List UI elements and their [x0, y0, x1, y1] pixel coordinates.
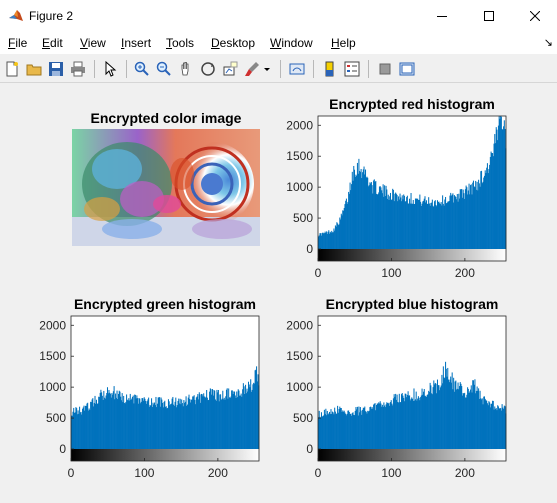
legend-button[interactable]	[342, 59, 362, 79]
print-button[interactable]	[68, 59, 88, 79]
y-tick-label: 1000	[286, 180, 313, 194]
red-grayscale-band	[318, 249, 506, 261]
x-tick-label: 100	[381, 466, 401, 480]
legend-icon	[344, 61, 360, 77]
x-tick-label: 100	[134, 466, 154, 480]
figure-canvas: Encrypted color image Encrypted red hist…	[0, 83, 557, 503]
image-title: Encrypted color image	[90, 110, 242, 126]
y-tick-label: 2000	[286, 318, 313, 332]
zoom-out-button[interactable]	[154, 59, 174, 79]
y-tick-label: 0	[306, 442, 313, 456]
blue-grayscale-band	[318, 449, 506, 461]
y-tick-label: 500	[293, 211, 313, 225]
menu-view[interactable]: View	[80, 36, 106, 50]
x-tick-label: 0	[315, 466, 322, 480]
menu-file[interactable]: File	[8, 36, 27, 50]
figure-toolbar	[0, 56, 557, 83]
y-tick-label: 1500	[39, 349, 66, 363]
y-tick-label: 0	[59, 442, 66, 456]
y-tick-label: 1000	[39, 380, 66, 394]
dock-arrow-icon[interactable]: ↘	[544, 36, 553, 49]
maximize-icon	[484, 11, 494, 21]
hide-plot-tools-button[interactable]	[375, 59, 395, 79]
data-cursor-icon	[223, 61, 238, 76]
save-button[interactable]	[46, 59, 66, 79]
y-tick-label: 1500	[286, 349, 313, 363]
new-figure-icon	[6, 61, 18, 77]
green-histogram-chart[interactable]: 0 500 1000 1500 2000 0 100 200	[31, 313, 271, 483]
green-histogram-title: Encrypted green histogram	[73, 296, 257, 312]
red-histogram-chart[interactable]: 0 500 1000 1500 2000 0 100 200	[278, 113, 518, 283]
pan-button[interactable]	[176, 59, 196, 79]
pointer-button[interactable]	[100, 59, 120, 79]
link-plot-icon	[289, 63, 305, 75]
brush-button[interactable]	[242, 59, 262, 79]
close-button[interactable]	[512, 0, 557, 32]
new-figure-button[interactable]	[2, 59, 22, 79]
red-histogram-title: Encrypted red histogram	[329, 96, 495, 112]
matlab-logo-icon	[9, 10, 23, 21]
menu-desktop[interactable]: Desktop	[211, 36, 255, 50]
close-icon	[530, 11, 540, 21]
print-icon	[71, 61, 85, 77]
y-tick-label: 1500	[286, 149, 313, 163]
blue-histogram-title: Encrypted blue histogram	[325, 296, 499, 312]
menu-window[interactable]: Window	[270, 36, 313, 50]
maximize-button[interactable]	[466, 0, 512, 32]
y-tick-label: 1000	[286, 380, 313, 394]
open-file-icon	[26, 64, 42, 76]
blue-histogram-chart[interactable]: 0 500 1000 1500 2000 0 100 200	[278, 313, 518, 483]
save-icon	[49, 62, 63, 76]
window-title: Figure 2	[29, 9, 74, 23]
toolbar-separator	[313, 60, 314, 78]
x-tick-label: 0	[315, 266, 322, 280]
colorbar-button[interactable]	[320, 59, 340, 79]
zoom-out-icon	[156, 61, 171, 76]
menu-help[interactable]: Help	[331, 36, 356, 50]
data-cursor-button[interactable]	[220, 59, 240, 79]
colorbar-icon	[325, 61, 334, 77]
y-tick-label: 0	[306, 242, 313, 256]
chevron-down-icon	[264, 68, 270, 71]
zoom-in-icon	[134, 61, 149, 76]
x-tick-label: 0	[68, 466, 75, 480]
window-titlebar: Figure 2	[0, 0, 557, 32]
show-plot-tools-icon	[399, 62, 415, 76]
x-tick-label: 200	[455, 466, 475, 480]
menu-bar: File Edit View Insert Tools Desktop Wind…	[0, 32, 557, 54]
y-tick-label: 2000	[286, 118, 313, 132]
rotate-3d-icon	[201, 62, 215, 76]
x-tick-label: 200	[455, 266, 475, 280]
x-tick-label: 200	[208, 466, 228, 480]
y-tick-label: 2000	[39, 318, 66, 332]
y-tick-label: 500	[46, 411, 66, 425]
minimize-button[interactable]	[419, 0, 465, 32]
hide-plot-tools-icon	[379, 63, 391, 75]
link-plot-button[interactable]	[287, 59, 307, 79]
x-tick-label: 100	[381, 266, 401, 280]
rotate-3d-button[interactable]	[198, 59, 218, 79]
zoom-in-button[interactable]	[132, 59, 152, 79]
toolbar-separator	[368, 60, 369, 78]
menu-edit[interactable]: Edit	[42, 36, 63, 50]
pointer-icon	[105, 61, 117, 77]
brush-icon	[245, 62, 259, 76]
open-file-button[interactable]	[24, 59, 44, 79]
show-plot-tools-button[interactable]	[397, 59, 417, 79]
menu-tools[interactable]: Tools	[166, 36, 194, 50]
pan-icon	[181, 62, 189, 76]
minimize-icon	[437, 16, 447, 17]
toolbar-separator	[126, 60, 127, 78]
brush-dropdown[interactable]	[262, 59, 272, 79]
menu-insert[interactable]: Insert	[121, 36, 151, 50]
encrypted-color-image[interactable]	[72, 129, 260, 246]
toolbar-separator	[94, 60, 95, 78]
green-grayscale-band	[71, 449, 259, 461]
toolbar-separator	[280, 60, 281, 78]
y-tick-label: 500	[293, 411, 313, 425]
